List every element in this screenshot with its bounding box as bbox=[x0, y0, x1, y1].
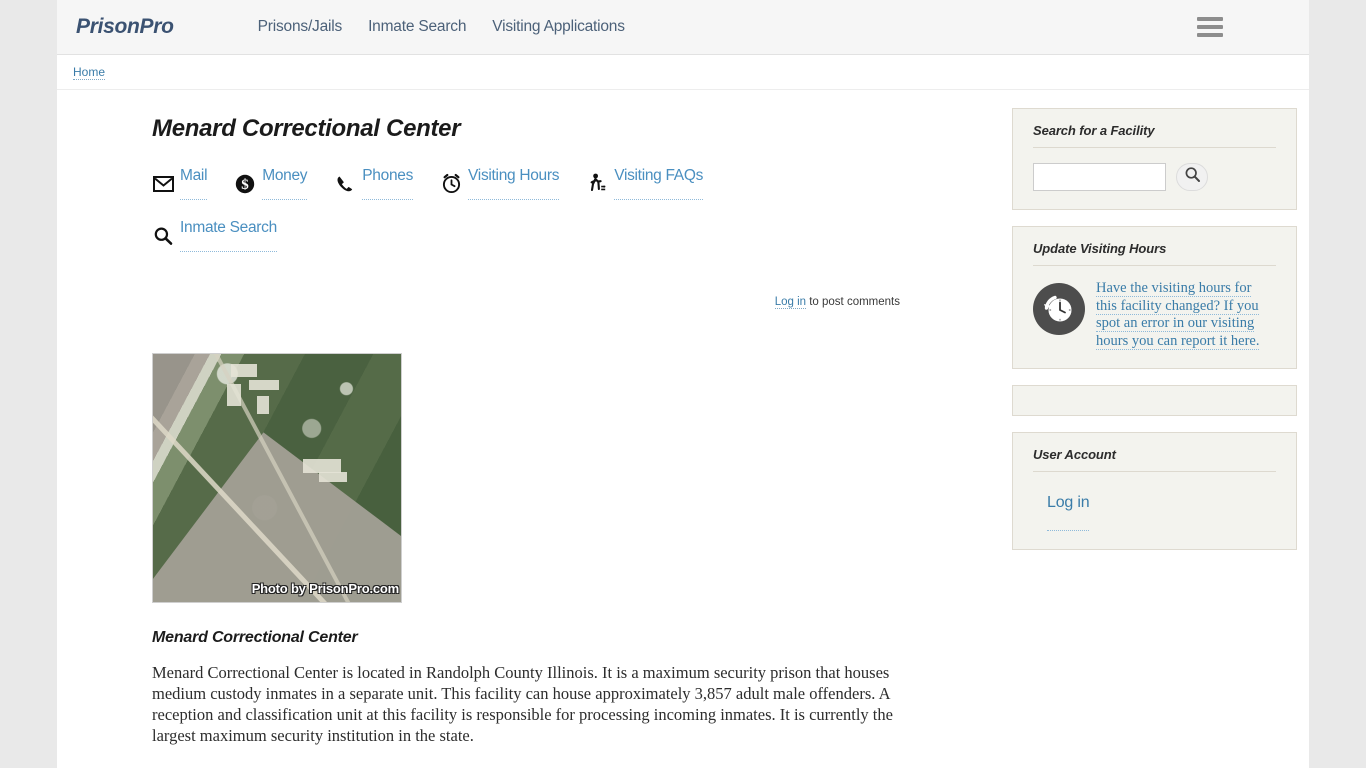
user-account-title: User Account bbox=[1033, 447, 1276, 472]
walking-person-icon bbox=[586, 173, 608, 195]
update-visiting-hours-row[interactable]: Have the visiting hours for this facilit… bbox=[1033, 280, 1276, 350]
facility-icon-links: Mail $ Money Phones Visiting Hours Visit… bbox=[152, 167, 812, 252]
nav-item-inmate-search[interactable]: Inmate Search bbox=[368, 18, 466, 36]
body-paragraph: Menard Correctional Center is located in… bbox=[152, 663, 893, 745]
empty-sidebar-block bbox=[1012, 385, 1297, 416]
link-phones[interactable]: Phones bbox=[334, 167, 413, 200]
link-money-label: Money bbox=[262, 167, 308, 200]
sidebar-login-link[interactable]: Log in bbox=[1047, 494, 1090, 531]
link-visiting-hours[interactable]: Visiting Hours bbox=[440, 167, 559, 200]
page-root: PrisonPro Prisons/Jails Inmate Search Vi… bbox=[0, 0, 1366, 768]
update-visiting-hours-link-text: Have the visiting hours for this facilit… bbox=[1096, 280, 1260, 350]
envelope-icon bbox=[152, 173, 174, 195]
sidebar: Search for a Facility Update Visiting Ho… bbox=[1012, 108, 1297, 566]
comments-notice: Log in to post comments bbox=[152, 296, 900, 309]
link-inmate-search[interactable]: Inmate Search bbox=[152, 219, 277, 252]
building-block bbox=[231, 364, 257, 377]
search-facility-title: Search for a Facility bbox=[1033, 123, 1276, 148]
post-comments-suffix: to post comments bbox=[806, 296, 900, 308]
hamburger-bar bbox=[1197, 33, 1223, 37]
link-inmate-search-label: Inmate Search bbox=[180, 219, 277, 252]
post-comments-login-link[interactable]: Log in bbox=[774, 296, 807, 309]
breadcrumb: Home bbox=[73, 65, 106, 80]
facility-aerial-photo: Photo by PrisonPro.com bbox=[152, 353, 402, 603]
update-visiting-hours-title: Update Visiting Hours bbox=[1033, 241, 1276, 266]
link-mail-label: Mail bbox=[180, 167, 208, 200]
site-logo[interactable]: PrisonPro bbox=[76, 15, 174, 39]
content-container: Home Menard Correctional Center Mail $ M… bbox=[57, 55, 1309, 768]
hamburger-icon[interactable] bbox=[1197, 17, 1223, 37]
nav-item-visiting-applications[interactable]: Visiting Applications bbox=[492, 18, 625, 36]
update-visiting-hours-link[interactable]: Have the visiting hours for this facilit… bbox=[1096, 280, 1276, 350]
link-money[interactable]: $ Money bbox=[234, 167, 308, 200]
update-visiting-hours-block: Update Visiting Hours Have the visiting … bbox=[1012, 226, 1297, 369]
svg-text:$: $ bbox=[241, 177, 249, 193]
hamburger-bar bbox=[1197, 17, 1223, 21]
link-visiting-hours-label: Visiting Hours bbox=[468, 167, 559, 200]
main-column: Menard Correctional Center Mail $ Money bbox=[152, 115, 922, 309]
link-mail[interactable]: Mail bbox=[152, 167, 208, 200]
building-block bbox=[303, 459, 341, 473]
page-title: Menard Correctional Center bbox=[152, 115, 461, 142]
building-block bbox=[319, 472, 347, 482]
nav-item-prisons-jails[interactable]: Prisons/Jails bbox=[258, 18, 343, 36]
building-block bbox=[249, 380, 279, 390]
building-block bbox=[227, 384, 241, 406]
site-header: PrisonPro Prisons/Jails Inmate Search Vi… bbox=[57, 0, 1309, 55]
link-visiting-faqs-label: Visiting FAQs bbox=[614, 167, 703, 200]
alarm-clock-icon bbox=[440, 173, 462, 195]
breadcrumb-home-link[interactable]: Home bbox=[73, 65, 106, 80]
building-block bbox=[257, 396, 269, 414]
search-submit-button[interactable] bbox=[1176, 163, 1208, 191]
primary-nav: Prisons/Jails Inmate Search Visiting App… bbox=[258, 18, 625, 36]
search-icon bbox=[152, 225, 174, 247]
hamburger-bar bbox=[1197, 25, 1223, 29]
photo-watermark: Photo by PrisonPro.com bbox=[251, 581, 399, 596]
body-subheading: Menard Correctional Center bbox=[152, 629, 358, 646]
user-account-block: User Account Log in bbox=[1012, 432, 1297, 550]
search-facility-row bbox=[1033, 163, 1276, 191]
search-icon bbox=[1184, 166, 1201, 188]
search-input[interactable] bbox=[1033, 163, 1166, 191]
breadcrumb-bar: Home bbox=[57, 55, 1309, 90]
link-visiting-faqs[interactable]: Visiting FAQs bbox=[586, 167, 703, 200]
clock-refresh-icon bbox=[1033, 283, 1085, 335]
search-facility-block: Search for a Facility bbox=[1012, 108, 1297, 210]
link-phones-label: Phones bbox=[362, 167, 413, 200]
phone-icon bbox=[334, 173, 356, 195]
dollar-circle-icon: $ bbox=[234, 173, 256, 195]
